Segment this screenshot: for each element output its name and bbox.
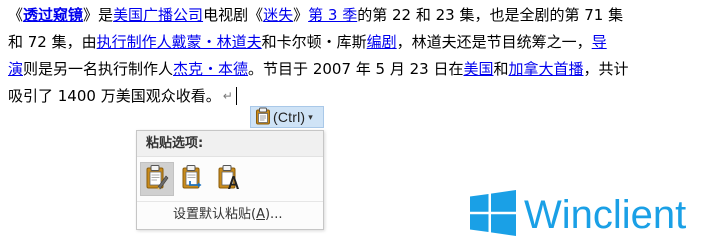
accelerator-key: A — [256, 207, 265, 222]
paragraph-mark: ↵ — [222, 89, 233, 103]
doc-line-3: 演则是另一名执行制作人杰克・本德。节目于 2007 年 5 月 23 日在美国和… — [8, 56, 714, 83]
doc-line-4: 吸引了 1400 万美国观众收看。 ↵ — [8, 83, 714, 110]
menu-item-label: 设置默认粘贴( — [173, 207, 257, 222]
text-run: 《 — [8, 6, 24, 24]
clipboard-icon — [255, 107, 271, 128]
text-run: ，林道夫还是节目统筹之一， — [396, 33, 592, 51]
text-run: 和 — [493, 60, 509, 78]
menu-separator — [137, 201, 323, 202]
paste-shortcut-label: (Ctrl) — [273, 109, 306, 125]
watermark-text: Winclient — [524, 193, 687, 237]
link-screenwriter[interactable]: 编剧 — [367, 33, 397, 51]
link-executive-producer[interactable]: 执行制作人戴蒙・林道夫 — [97, 33, 262, 51]
keep-text-only-button[interactable] — [212, 162, 246, 196]
link-canada-premiere[interactable]: 加拿大首播 — [509, 60, 584, 78]
text-run: 》是 — [83, 6, 114, 24]
text-run: 电视剧《 — [203, 6, 264, 24]
text-run: 吸引了 1400 万美国观众收看。 — [8, 87, 221, 105]
text-run: 则是另一名执行制作人 — [23, 60, 174, 78]
keep-source-formatting-icon — [145, 164, 169, 194]
text-run: 和 72 集，由 — [8, 33, 97, 51]
link-abc[interactable]: 美国广播公司 — [113, 6, 203, 24]
link-director-part-1[interactable]: 导 — [592, 33, 607, 51]
text-caret — [235, 87, 237, 105]
document-paragraph[interactable]: 《透过窥镜》是美国广播公司电视剧《迷失》第 3 季的第 22 和 23 集，也是… — [8, 2, 714, 110]
link-usa[interactable]: 美国 — [463, 60, 493, 78]
doc-line-1: 《透过窥镜》是美国广播公司电视剧《迷失》第 3 季的第 22 和 23 集，也是… — [8, 2, 714, 29]
keep-source-formatting-button[interactable] — [140, 162, 174, 196]
link-director-part-2[interactable]: 演 — [8, 60, 23, 78]
text-run: 。节目于 2007 年 5 月 23 日在 — [248, 60, 464, 78]
link-lost[interactable]: 迷失 — [263, 6, 293, 24]
text-run: 的第 22 和 23 集，也是全剧的第 71 集 — [357, 6, 624, 24]
doc-line-2: 和 72 集，由执行制作人戴蒙・林道夫和卡尔顿・库斯编剧，林道夫还是节目统筹之一… — [8, 29, 714, 56]
link-jack-bender[interactable]: 杰克・本德 — [173, 60, 248, 78]
paste-options-menu: 粘贴选项: 设置默认粘贴(A)... — [136, 130, 324, 230]
merge-formatting-button[interactable] — [176, 162, 210, 196]
paste-option-buttons — [140, 162, 246, 196]
menu-item-label-suffix: )... — [264, 207, 283, 222]
watermark: Winclient — [470, 190, 686, 240]
dropdown-arrow-icon: ▾ — [308, 111, 313, 122]
merge-formatting-icon — [181, 164, 205, 194]
keep-text-only-icon — [217, 164, 241, 194]
text-run: ，共计 — [583, 60, 629, 78]
text-run: 》 — [293, 6, 309, 24]
set-default-paste-item[interactable]: 设置默认粘贴(A)... — [138, 203, 322, 227]
link-season-3[interactable]: 第 3 季 — [308, 6, 357, 24]
link-show-title[interactable]: 透过窥镜 — [23, 6, 83, 24]
windows-logo-icon — [470, 190, 516, 240]
paste-options-header: 粘贴选项: — [137, 131, 323, 157]
paste-options-button[interactable]: (Ctrl) ▾ — [250, 106, 324, 128]
text-run: 和卡尔顿・库斯 — [261, 33, 367, 51]
